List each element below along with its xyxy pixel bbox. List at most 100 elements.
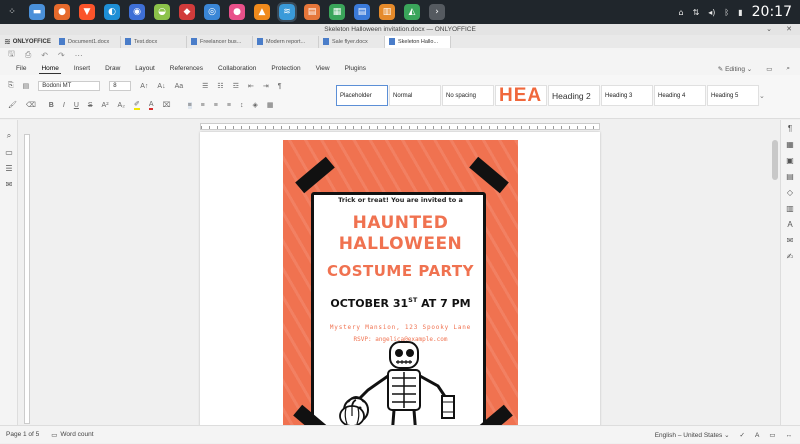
strikethrough-button[interactable]: S [88,102,93,109]
editing-mode-button[interactable]: ✎ Editing ⌄ [718,65,752,73]
increase-indent-icon[interactable]: ⇥ [263,82,269,90]
terminal-icon[interactable]: › [429,4,445,20]
navigation-icon[interactable]: ☰ [0,160,18,176]
redo-icon[interactable]: ↷ [58,51,65,60]
language-select[interactable]: English – United States ⌄ [655,431,730,439]
menu-home[interactable]: Home [39,64,61,74]
horizontal-ruler[interactable] [200,123,600,130]
save-icon[interactable]: 🖫 [8,48,15,62]
edge-icon[interactable]: ◐ [104,4,120,20]
files-icon[interactable]: ▬ [29,4,45,20]
font-size-select[interactable]: 8 [109,81,132,91]
align-left-button[interactable]: ≡ [187,101,192,109]
menu-insert[interactable]: Insert [72,64,92,74]
document-tab[interactable]: Document1.docx [55,35,121,48]
chat-icon[interactable]: ● [229,4,245,20]
clock[interactable]: 20:17 [752,4,792,20]
font-color-icon[interactable]: A [148,101,154,110]
bullets-icon[interactable]: ☰ [202,82,208,90]
eraser-icon[interactable]: ⌧ [162,101,170,109]
print-icon[interactable]: ⎙ [25,50,31,60]
launcher-icon[interactable]: ⁘ [4,4,20,20]
style-preset[interactable]: Placeholder [336,85,388,106]
underline-button[interactable]: U [74,102,79,109]
bluetooth-icon[interactable]: ᛒ [724,8,729,17]
firefox-icon[interactable]: ● [54,4,70,20]
feedback-icon[interactable]: ✉ [0,176,18,192]
document-icon[interactable]: ▤ [354,4,370,20]
decrease-font-icon[interactable]: A↓ [157,83,165,90]
vlc-icon[interactable]: ▲ [254,4,270,20]
shape-settings-icon[interactable]: ◇ [781,184,799,200]
change-case-icon[interactable]: Aa [175,83,184,90]
styles-expand-icon[interactable]: ⌄ [759,92,765,100]
decrease-indent-icon[interactable]: ⇤ [248,82,254,90]
style-preset[interactable]: Normal [389,85,441,106]
page-indicator[interactable]: Page 1 of 5 [6,431,39,438]
fit-page-icon[interactable]: ▭ [769,431,775,439]
network-icon[interactable]: ◎ [204,4,220,20]
onlyoffice-icon[interactable]: ≋ [277,2,297,22]
spellcheck-icon[interactable]: ✓ [740,431,745,439]
align-right-button[interactable]: ≡ [214,102,218,109]
scrollbar-thumb[interactable] [772,140,778,180]
document-tab[interactable]: Freelancer bus... [187,35,253,48]
search-icon[interactable]: ⌕ [786,65,790,73]
presentation-icon[interactable]: ▤ [304,4,320,20]
fit-width-icon[interactable]: ↔ [786,432,793,439]
menu-draw[interactable]: Draw [103,64,122,74]
paste-icon[interactable]: ▤ [23,82,30,90]
image-icon[interactable]: ◭ [404,4,420,20]
document-tab[interactable]: Skeleton Hallo... [385,35,451,48]
minimize-icon[interactable]: ⌄ [766,24,772,35]
document-tab[interactable]: Test.docx [121,35,187,48]
chart-icon[interactable]: ▥ [379,4,395,20]
copy-style-icon[interactable]: 🖌 [8,101,17,109]
close-icon[interactable]: ✕ [786,24,792,35]
menu-protection[interactable]: Protection [269,64,302,74]
track-changes-icon[interactable]: A [755,432,759,439]
paragraph-settings-icon[interactable]: ¶ [781,120,799,136]
android-icon[interactable]: ◒ [154,4,170,20]
spreadsheet-icon[interactable]: ▦ [329,4,345,20]
subscript-button[interactable]: A₂ [118,102,125,109]
shading-icon[interactable]: ◈ [252,101,257,109]
borders-icon[interactable]: ▦ [267,101,274,109]
style-preset[interactable]: Heading 3 [601,85,653,106]
pin-icon[interactable]: ⌂ [679,8,684,17]
open-location-icon[interactable]: ▭ [766,65,772,73]
bold-button[interactable]: B [49,102,54,109]
style-preset[interactable]: Heading 4 [654,85,706,106]
font-name-select[interactable]: Bodoni MT [38,81,101,91]
battery-icon[interactable]: ▮ [738,8,742,17]
vertical-scrollbar[interactable] [770,120,780,425]
network-icon[interactable]: ⇅ [693,8,700,17]
mailmerge-icon[interactable]: ✉ [781,232,799,248]
menu-collaboration[interactable]: Collaboration [216,64,258,74]
style-preset[interactable]: No spacing [442,85,494,106]
numbering-icon[interactable]: ☷ [217,82,223,90]
align-center-button[interactable]: ≡ [201,102,205,109]
highlight-icon[interactable]: ✐ [133,100,140,110]
multilevel-icon[interactable]: ☲ [233,82,239,90]
signature-icon[interactable]: ✍ [781,248,799,264]
chart-settings-icon[interactable]: ▥ [781,200,799,216]
justify-button[interactable]: ≡ [227,102,231,109]
paragraph-spacing-icon[interactable]: ↕ [240,102,244,109]
undo-icon[interactable]: ↶ [41,51,48,60]
copy-icon[interactable]: ⎘ [8,82,14,90]
header-footer-icon[interactable]: ▤ [781,168,799,184]
menu-layout[interactable]: Layout [133,64,157,74]
menu-plugins[interactable]: Plugins [343,64,368,74]
nonprinting-icon[interactable]: ¶ [278,83,282,90]
textart-settings-icon[interactable]: A [781,216,799,232]
ruby-icon[interactable]: ◆ [179,4,195,20]
document-page[interactable]: Trick or treat! You are invited to a HAU… [200,132,600,425]
italic-button[interactable]: I [63,102,65,109]
style-preset[interactable]: Heading 2 [548,85,600,106]
menu-references[interactable]: References [168,64,205,74]
document-tab[interactable]: Sale flyer.docx [319,35,385,48]
superscript-button[interactable]: A² [102,102,109,109]
search-icon[interactable]: ⌕ [0,128,18,144]
volume-icon[interactable]: ◂) [708,8,715,17]
